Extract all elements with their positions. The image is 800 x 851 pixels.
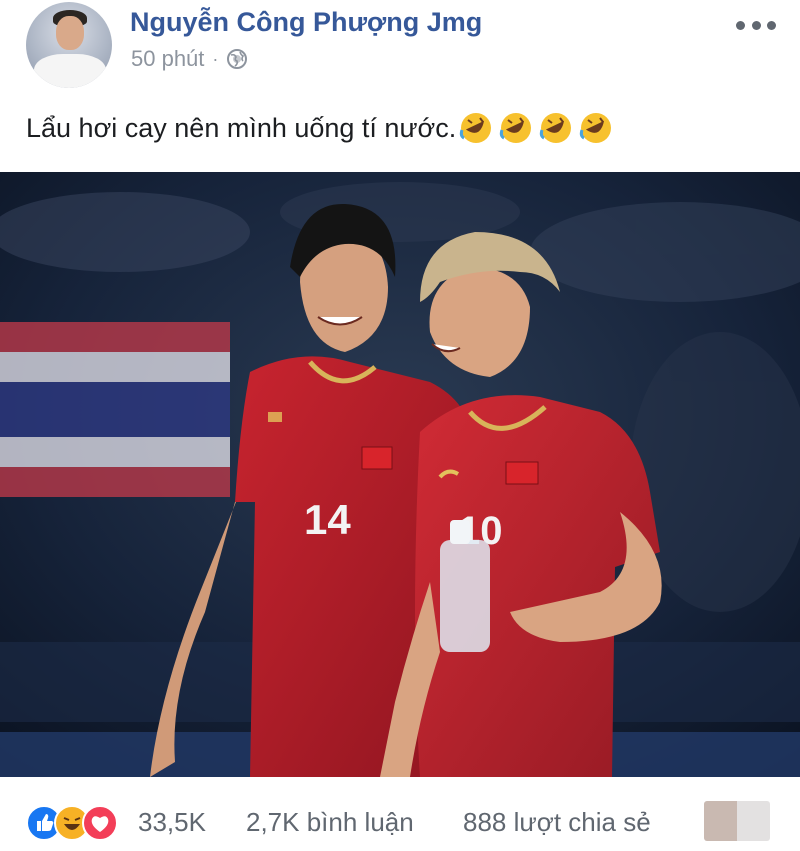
post-text: Lẩu hơi cay nên mình uống tí nước. [26, 110, 614, 146]
rolling-laugh-emoji-icon [500, 113, 532, 143]
post-timestamp[interactable]: 50 phút [131, 46, 204, 72]
meta-separator: · [212, 48, 219, 69]
reaction-icons[interactable] [26, 805, 118, 841]
svg-text:14: 14 [304, 496, 351, 543]
post-header: Nguyễn Công Phượng Jmg 50 phút · Lẩu hơi… [0, 0, 800, 143]
sharer-avatar-thumbnail[interactable] [704, 801, 770, 841]
share-count[interactable]: 888 lượt chia sẻ [463, 807, 651, 838]
more-dots-icon[interactable] [736, 14, 776, 36]
post-caption: Lẩu hơi cay nên mình uống tí nước. [26, 112, 457, 143]
globe-icon[interactable] [226, 48, 248, 70]
rolling-laugh-emoji-icon [460, 113, 492, 143]
reaction-count[interactable]: 33,5K [138, 807, 206, 838]
comment-count[interactable]: 2,7K bình luận [246, 807, 414, 838]
emoji-row [458, 110, 614, 146]
post-footer: 33,5K 2,7K bình luận 888 lượt chia sẻ [0, 777, 800, 851]
author-avatar[interactable] [26, 2, 112, 88]
love-icon [82, 805, 118, 841]
rolling-laugh-emoji-icon [580, 113, 612, 143]
post-photo[interactable]: 14 10 [0, 172, 800, 777]
author-name[interactable]: Nguyễn Công Phượng Jmg [130, 7, 482, 38]
rolling-laugh-emoji-icon [540, 113, 572, 143]
post-meta: 50 phút · [131, 46, 248, 72]
